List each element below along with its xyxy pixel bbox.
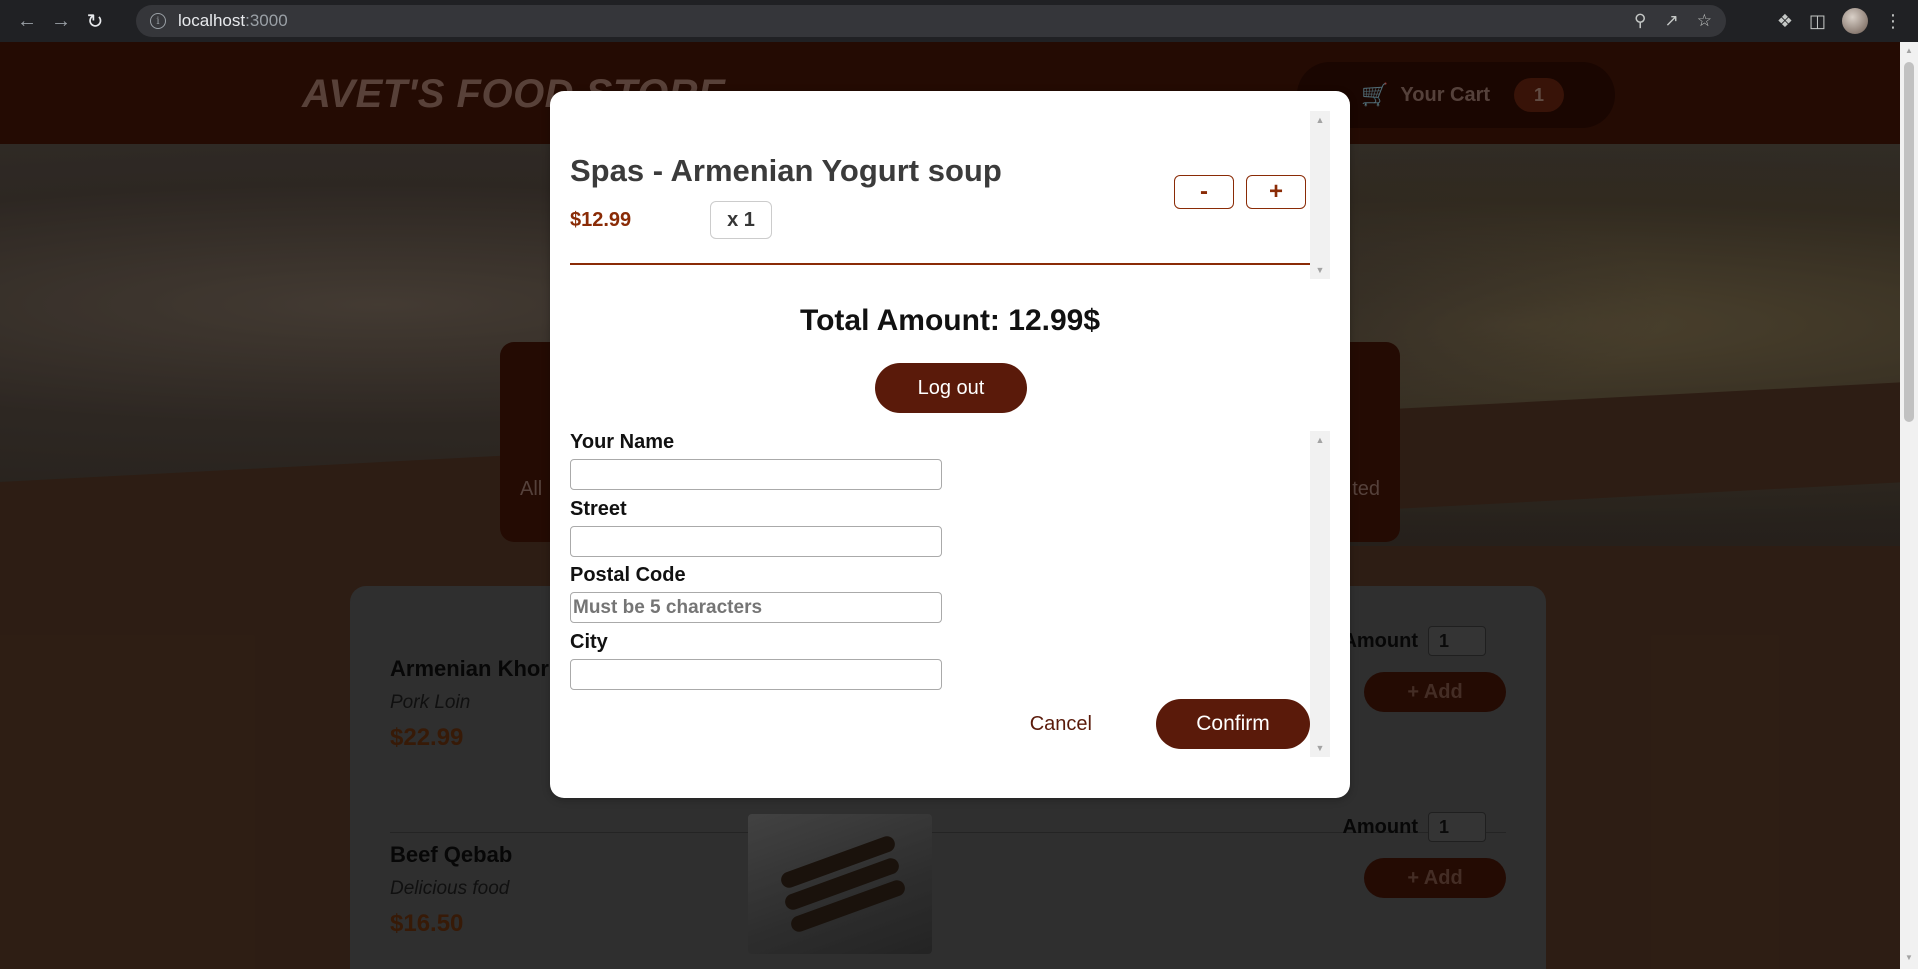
- share-icon[interactable]: ↗: [1665, 11, 1679, 31]
- street-label: Street: [570, 498, 627, 520]
- name-field: Your Name: [570, 431, 942, 490]
- postal-code-field: Postal Code Must be 5 characters: [570, 564, 942, 623]
- postal-code-input[interactable]: Must be 5 characters: [570, 592, 942, 623]
- cart-item-quantity: x 1: [710, 201, 772, 239]
- page-scrollbar[interactable]: ▲ ▼: [1900, 42, 1918, 969]
- back-icon[interactable]: ←: [10, 4, 44, 38]
- cart-items-list: Spas - Armenian Yogurt soup $12.99 x 1 -…: [570, 111, 1330, 279]
- extensions-icon[interactable]: ❖: [1777, 11, 1793, 32]
- confirm-button[interactable]: Confirm: [1156, 699, 1310, 749]
- forward-icon[interactable]: →: [44, 4, 78, 38]
- key-icon[interactable]: ⚲: [1634, 11, 1646, 31]
- city-input[interactable]: [570, 659, 942, 690]
- side-panel-icon[interactable]: ◫: [1809, 11, 1826, 32]
- increment-button[interactable]: +: [1246, 175, 1306, 209]
- cart-item-divider: [570, 263, 1310, 265]
- cart-list-scrollbar[interactable]: ▲ ▼: [1310, 111, 1330, 279]
- menu-kebab-icon[interactable]: ⋮: [1884, 11, 1902, 32]
- cart-item: Spas - Armenian Yogurt soup $12.99 x 1 -…: [570, 153, 1310, 265]
- reload-icon[interactable]: ↻: [78, 4, 112, 38]
- name-input[interactable]: [570, 459, 942, 490]
- cancel-button[interactable]: Cancel: [1030, 713, 1092, 736]
- name-label: Your Name: [570, 431, 675, 453]
- city-label: City: [570, 631, 608, 653]
- decrement-button[interactable]: -: [1174, 175, 1234, 209]
- city-field: City: [570, 631, 942, 690]
- profile-avatar[interactable]: [1842, 8, 1868, 34]
- checkout-scrollbar[interactable]: ▲ ▼: [1310, 431, 1330, 757]
- url-text: localhost:3000: [178, 11, 288, 30]
- page-scroll-up-icon[interactable]: ▲: [1904, 46, 1914, 58]
- cart-modal: Spas - Armenian Yogurt soup $12.99 x 1 -…: [550, 91, 1350, 798]
- page-scroll-thumb[interactable]: [1904, 62, 1914, 422]
- page: AVET'S FOOD STORE 🛒 Your Cart 1 All ted …: [0, 42, 1900, 969]
- total-amount: Total Amount: 12.99$: [799, 304, 1101, 337]
- checkout-form: Your Name Street Postal Code Must be 5 c…: [570, 431, 1330, 757]
- browser-toolbar: ← → ↻ i localhost:3000 ⚲ ↗ ☆ ❖ ◫ ⋮: [0, 0, 1918, 42]
- page-scroll-down-icon[interactable]: ▼: [1904, 953, 1914, 965]
- address-bar[interactable]: i localhost:3000 ⚲ ↗ ☆: [136, 5, 1726, 37]
- cart-item-price: $12.99: [570, 209, 632, 231]
- scroll-up-arrow-icon[interactable]: ▲: [1310, 115, 1330, 125]
- postal-code-label: Postal Code: [570, 564, 686, 586]
- site-info-icon[interactable]: i: [150, 13, 166, 29]
- logout-button[interactable]: Log out: [875, 363, 1027, 413]
- scroll-up-arrow-icon[interactable]: ▲: [1310, 435, 1330, 445]
- bookmark-star-icon[interactable]: ☆: [1697, 11, 1712, 31]
- scroll-down-arrow-icon[interactable]: ▼: [1310, 743, 1330, 753]
- street-input[interactable]: [570, 526, 942, 557]
- scroll-down-arrow-icon[interactable]: ▼: [1310, 265, 1330, 275]
- street-field: Street: [570, 498, 942, 557]
